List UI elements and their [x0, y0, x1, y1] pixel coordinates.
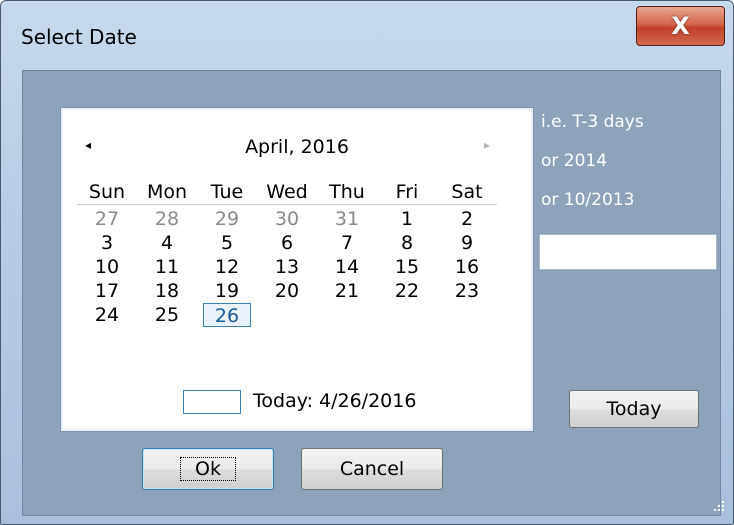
dialog-body: ◂ April, 2016 ▸ Sun Mon Tue Wed Thu Fri …	[22, 70, 724, 516]
day-cell[interactable]: 10	[77, 255, 137, 279]
month-label[interactable]: April, 2016	[63, 136, 531, 158]
hint-text: or 10/2013	[541, 190, 635, 210]
select-date-dialog: Select Date X ◂ April, 2016 ▸ Sun Mon Tu…	[0, 0, 734, 525]
cancel-button-label: Cancel	[339, 458, 405, 480]
week-row: 17 18 19 20 21 22 23	[77, 279, 497, 303]
day-cell[interactable]: 12	[197, 255, 257, 279]
hint-text: i.e. T-3 days	[541, 112, 644, 132]
day-cell[interactable]: 21	[317, 279, 377, 303]
week-row: 10 11 12 13 14 15 16	[77, 255, 497, 279]
day-cell[interactable]: 14	[317, 255, 377, 279]
day-cell[interactable]: 22	[377, 279, 437, 303]
day-cell[interactable]: 29	[197, 207, 257, 231]
weekday-label: Sat	[451, 181, 483, 203]
day-cell[interactable]: 25	[137, 303, 197, 327]
calendar-grid: Sun Mon Tue Wed Thu Fri Sat 27 28 29 30 …	[77, 180, 497, 327]
day-cell[interactable]: 2	[437, 207, 497, 231]
title-bar[interactable]: Select Date X	[1, 1, 733, 67]
day-cell[interactable]: 15	[377, 255, 437, 279]
weekday-label: Fri	[395, 181, 419, 203]
day-cell[interactable]: 16	[437, 255, 497, 279]
calendar: ◂ April, 2016 ▸ Sun Mon Tue Wed Thu Fri …	[60, 107, 534, 432]
day-cell[interactable]: 4	[137, 231, 197, 255]
day-cell[interactable]: 6	[257, 231, 317, 255]
day-cell[interactable]: 31	[317, 207, 377, 231]
day-cell[interactable]: 30	[257, 207, 317, 231]
day-cell[interactable]: 1	[377, 207, 437, 231]
today-link[interactable]: Today: 4/26/2016	[253, 390, 416, 412]
week-row: 3 4 5 6 7 8 9	[77, 231, 497, 255]
day-cell[interactable]: 17	[77, 279, 137, 303]
day-cell[interactable]: 20	[257, 279, 317, 303]
close-button[interactable]: X	[636, 6, 725, 46]
weekday-header-row: Sun Mon Tue Wed Thu Fri Sat	[77, 180, 497, 205]
today-button-label: Today	[606, 398, 662, 420]
close-icon: X	[671, 12, 690, 40]
day-cell[interactable]: 3	[77, 231, 137, 255]
weekday-label: Tue	[210, 181, 244, 203]
weekday-label: Thu	[329, 181, 365, 203]
day-cell[interactable]: 23	[437, 279, 497, 303]
day-cell[interactable]: 11	[137, 255, 197, 279]
day-cell[interactable]: 8	[377, 231, 437, 255]
ok-button-label: Ok	[180, 457, 236, 481]
weekday-label: Mon	[146, 181, 188, 203]
hint-text: or 2014	[541, 151, 608, 171]
next-month-icon[interactable]: ▸	[484, 138, 490, 152]
today-marker[interactable]	[183, 390, 241, 414]
day-cell[interactable]: 9	[437, 231, 497, 255]
weekday-label: Wed	[266, 181, 308, 203]
resize-grip-icon[interactable]	[713, 500, 725, 512]
day-cell[interactable]: 18	[137, 279, 197, 303]
selected-day-cell[interactable]: 26	[203, 303, 251, 327]
week-row: 27 28 29 30 31 1 2	[77, 207, 497, 231]
day-cell[interactable]: 7	[317, 231, 377, 255]
day-cell[interactable]: 28	[137, 207, 197, 231]
cancel-button[interactable]: Cancel	[301, 448, 443, 490]
day-cell[interactable]: 5	[197, 231, 257, 255]
window-title: Select Date	[21, 25, 137, 49]
ok-button[interactable]: Ok	[142, 448, 274, 490]
weekday-label: Sun	[88, 181, 126, 203]
today-button[interactable]: Today	[569, 390, 699, 428]
week-row: 24 25 26	[77, 303, 497, 327]
date-text-input[interactable]	[539, 234, 717, 270]
day-cell[interactable]: 27	[77, 207, 137, 231]
day-cell[interactable]: 19	[197, 279, 257, 303]
day-cell[interactable]: 13	[257, 255, 317, 279]
day-cell[interactable]: 24	[77, 303, 137, 327]
